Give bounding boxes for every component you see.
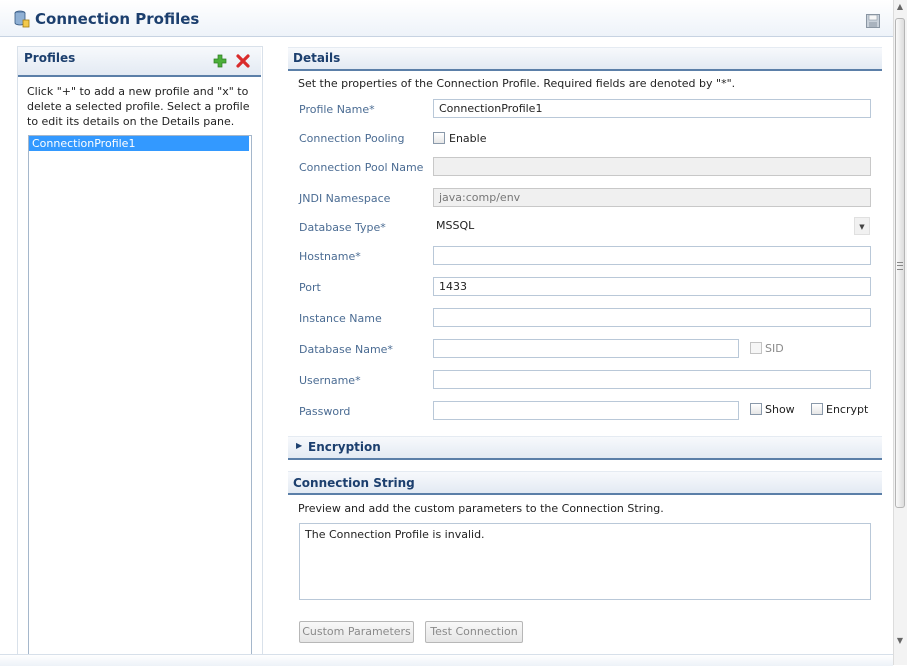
scroll-up-arrow-icon[interactable]: ▲ — [893, 2, 907, 14]
delete-profile-icon[interactable] — [236, 54, 250, 68]
show-password-checkbox[interactable] — [750, 403, 762, 415]
chevron-down-icon[interactable]: ▼ — [854, 217, 870, 235]
connection-string-help-text: Preview and add the custom parameters to… — [298, 502, 664, 515]
database-name-input[interactable] — [433, 339, 739, 358]
details-title: Details — [293, 51, 341, 65]
connection-string-preview[interactable]: The Connection Profile is invalid. — [299, 523, 871, 600]
enable-pooling-label: Enable — [449, 132, 487, 145]
username-input[interactable] — [433, 370, 871, 389]
instance-name-input[interactable] — [433, 308, 871, 327]
password-label: Password — [299, 405, 351, 418]
connection-pool-name-label: Connection Pool Name — [299, 161, 424, 174]
connection-string-title: Connection String — [293, 476, 415, 490]
details-help-text: Set the properties of the Connection Pro… — [298, 77, 736, 90]
profiles-help-text: Click "+" to add a new profile and "x" t… — [27, 85, 250, 128]
instance-name-label: Instance Name — [299, 312, 382, 325]
test-connection-button[interactable]: Test Connection — [425, 621, 523, 643]
jndi-namespace-input: java:comp/env — [433, 188, 871, 207]
port-label: Port — [299, 281, 321, 294]
connection-pooling-label: Connection Pooling — [299, 132, 405, 145]
add-profile-icon[interactable] — [213, 54, 227, 68]
encrypt-password-checkbox[interactable] — [811, 403, 823, 415]
expand-arrow-icon[interactable]: ▶ — [296, 441, 302, 450]
scroll-down-arrow-icon[interactable]: ▼ — [893, 636, 907, 648]
show-password-label: Show — [765, 403, 795, 416]
custom-parameters-button[interactable]: Custom Parameters — [299, 621, 414, 643]
hostname-input[interactable] — [433, 246, 871, 265]
sid-checkbox — [750, 342, 762, 354]
details-section-header — [288, 47, 882, 71]
profile-name-label: Profile Name* — [299, 103, 375, 116]
page-title: Connection Profiles — [35, 10, 200, 28]
connection-pool-name-input — [433, 157, 871, 176]
profiles-title: Profiles — [24, 51, 76, 65]
database-profile-icon — [14, 10, 30, 28]
username-label: Username* — [299, 374, 361, 387]
encryption-title[interactable]: Encryption — [308, 440, 381, 454]
profiles-list[interactable] — [28, 135, 252, 657]
enable-pooling-checkbox[interactable] — [433, 132, 445, 144]
save-icon[interactable] — [866, 14, 880, 28]
editor-bottom-edge — [0, 654, 893, 666]
scrollbar-grip-icon — [897, 262, 903, 270]
encrypt-password-label: Encrypt — [826, 403, 869, 416]
hostname-label: Hostname* — [299, 250, 361, 263]
database-type-select[interactable]: MSSQL — [436, 219, 474, 232]
jndi-namespace-label: JNDI Namespace — [299, 192, 391, 205]
list-item-profile[interactable]: ConnectionProfile1 — [29, 136, 249, 151]
port-input[interactable]: 1433 — [433, 277, 871, 296]
database-name-label: Database Name* — [299, 343, 393, 356]
password-input[interactable] — [433, 401, 739, 420]
profile-name-input[interactable]: ConnectionProfile1 — [433, 99, 871, 118]
sid-label: SID — [765, 342, 784, 355]
database-type-label: Database Type* — [299, 221, 386, 234]
